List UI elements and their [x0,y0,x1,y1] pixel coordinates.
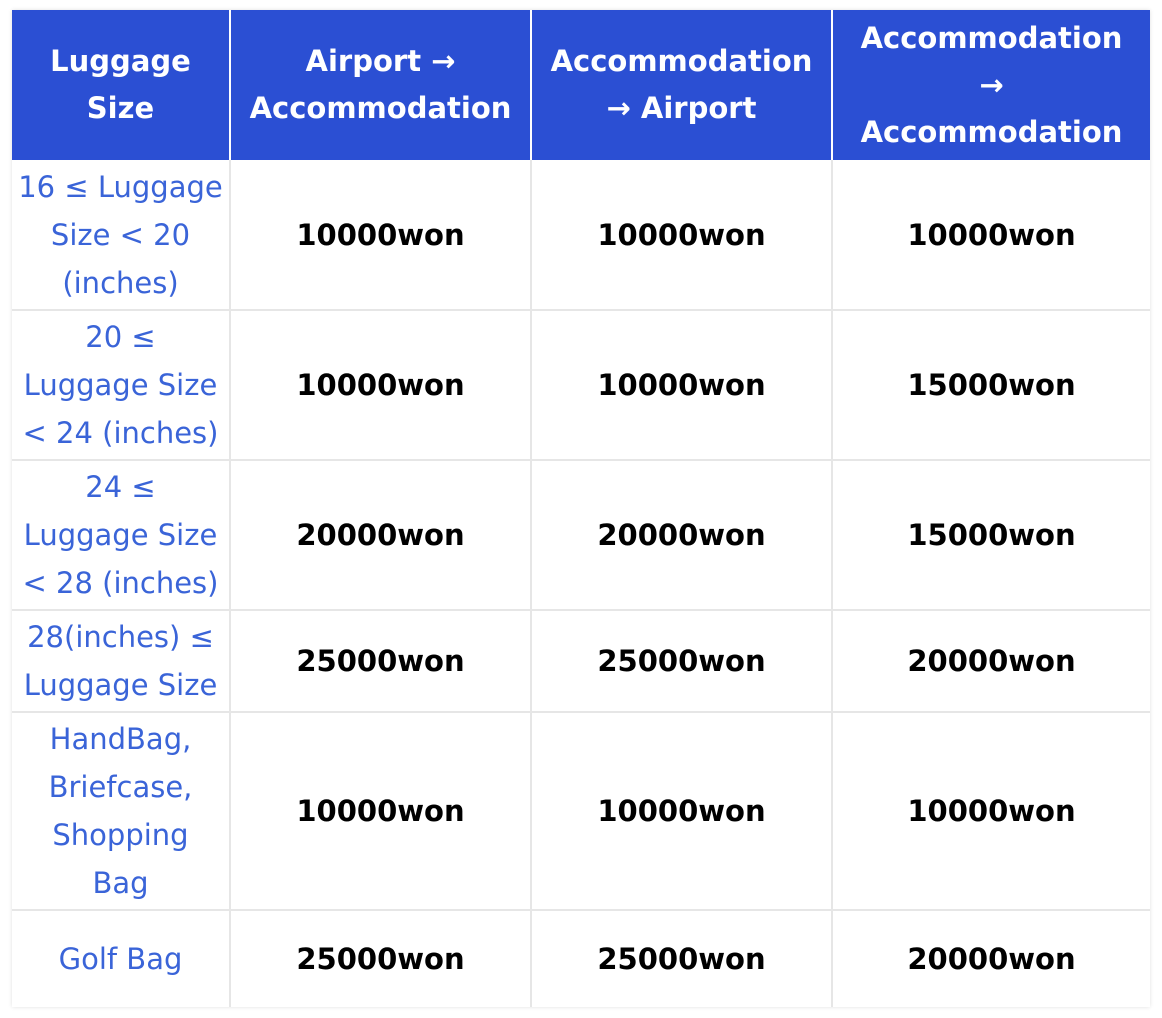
luggage-price-table-container: Luggage Size Airport → Accommodation Acc… [12,10,1150,1007]
price-cell: 20000won [832,610,1150,713]
table-row: 16 ≤ Luggage Size < 20 (inches) 10000won… [12,160,1150,311]
table-row: 28(inches) ≤ Luggage Size 25000won 25000… [12,610,1150,713]
table-row: Golf Bag 25000won 25000won 20000won [12,910,1150,1007]
luggage-size-cell: 16 ≤ Luggage Size < 20 (inches) [12,160,231,311]
price-cell: 10000won [230,160,532,311]
price-cell: 25000won [531,910,833,1007]
price-cell: 10000won [832,160,1150,311]
luggage-price-table: Luggage Size Airport → Accommodation Acc… [12,10,1150,1007]
price-cell: 15000won [832,460,1150,611]
luggage-size-cell: Golf Bag [12,910,231,1007]
luggage-size-cell: HandBag, Briefcase, Shopping Bag [12,712,231,911]
price-cell: 20000won [907,942,1076,976]
price-cell: 10000won [531,310,833,461]
header-airport-to-accommodation: Airport → Accommodation [230,10,532,160]
header-accommodation-to-accommodation: Accommodation → Accommodation [832,10,1150,160]
price-cell: 10000won [832,712,1150,911]
luggage-size-cell: 24 ≤ Luggage Size < 28 (inches) [12,460,231,611]
luggage-size-cell: 20 ≤ Luggage Size < 24 (inches) [12,310,231,461]
price-cell: 20000won [230,460,532,611]
price-cell: 25000won [230,910,532,1007]
table-row: 20 ≤ Luggage Size < 24 (inches) 10000won… [12,310,1150,461]
luggage-size-cell: 28(inches) ≤ Luggage Size [12,610,231,713]
price-cell: 10000won [531,160,833,311]
price-cell: 15000won [832,310,1150,461]
price-cell: 10000won [531,712,833,911]
price-cell: 10000won [230,310,532,461]
table-row: 24 ≤ Luggage Size < 28 (inches) 20000won… [12,460,1150,611]
price-cell: 10000won [230,712,532,911]
price-cell: 25000won [531,610,833,713]
header-luggage-size: Luggage Size [12,10,231,160]
price-cell: 20000won [531,460,833,611]
table-row: HandBag, Briefcase, Shopping Bag 10000wo… [12,712,1150,911]
price-cell: 25000won [230,610,532,713]
table-header-row: Luggage Size Airport → Accommodation Acc… [12,10,1150,160]
header-accommodation-to-airport: Accommodation → Airport [531,10,833,160]
